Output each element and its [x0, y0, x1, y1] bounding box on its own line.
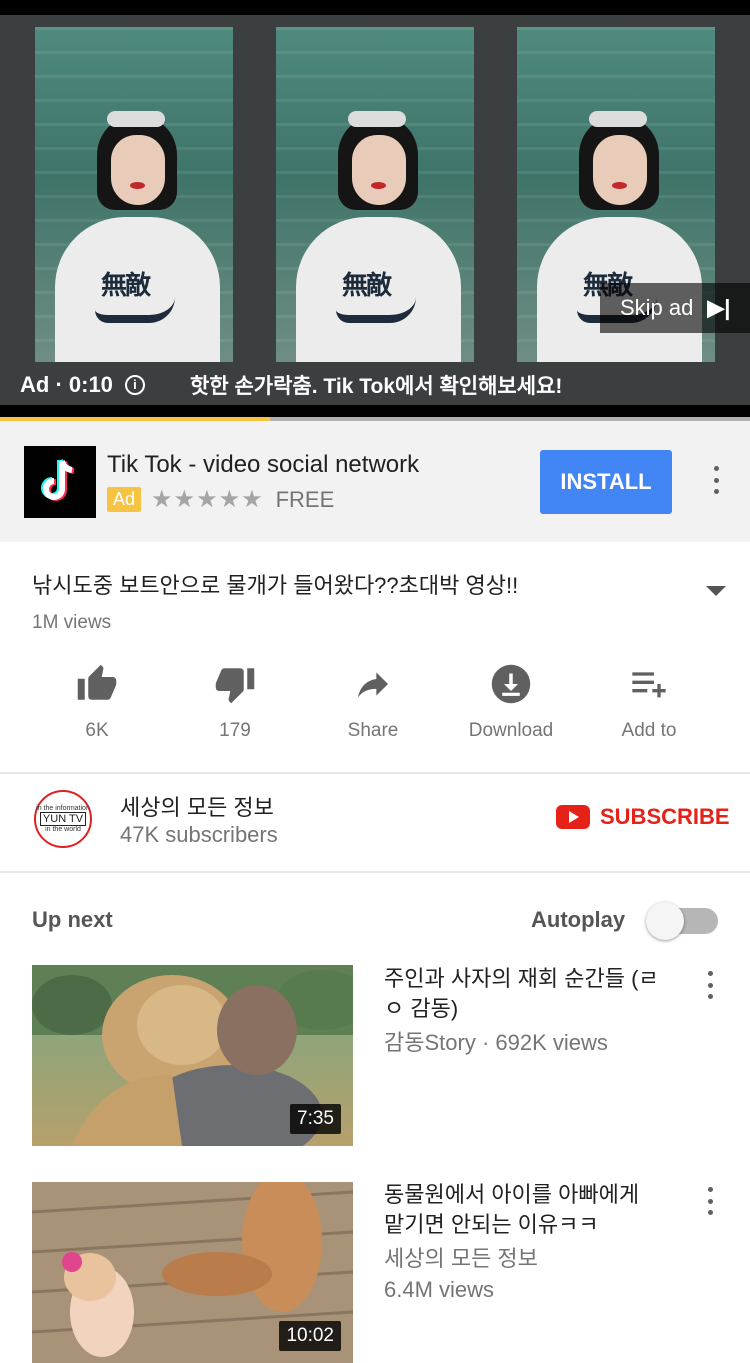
share-icon	[349, 660, 397, 708]
install-button[interactable]: INSTALL	[540, 450, 672, 514]
video-thumbnail[interactable]: 10:02	[32, 1182, 353, 1363]
divider	[0, 772, 750, 774]
playlist-add-icon	[625, 660, 673, 708]
video-title: 낚시도중 보트안으로 물개가 들어왔다??초대박 영상!!	[32, 573, 519, 598]
skip-ad-label: Skip ad	[620, 295, 694, 320]
video-thumbnail[interactable]: 7:35	[32, 965, 353, 1146]
dislike-button[interactable]: 179	[166, 660, 304, 750]
subscriber-count: 47K subscribers	[120, 822, 278, 847]
tiktok-app-icon[interactable]	[24, 446, 96, 518]
ad-more-options-icon[interactable]	[713, 466, 719, 494]
skip-ad-button[interactable]: Skip ad ▶|	[600, 283, 750, 333]
share-label: Share	[347, 720, 399, 741]
rec-video-title[interactable]: 동물원에서 아이를 아빠에게 맡기면 안되는 이유ㅋㅋ	[384, 1180, 664, 1240]
ad-badge: Ad	[107, 487, 142, 512]
channel-avatar[interactable]: in the information YUN TV in the world	[34, 790, 92, 848]
download-icon	[487, 660, 535, 708]
add-to-label: Add to	[621, 720, 677, 741]
up-next-heading: Up next	[32, 907, 113, 932]
video-duration: 10:02	[279, 1321, 341, 1351]
channel-name[interactable]: 세상의 모든 정보	[120, 790, 274, 822]
subscribe-button[interactable]: SUBSCRIBE	[556, 804, 730, 830]
rating-stars: ★★★★★	[151, 486, 264, 513]
thumbs-down-icon	[211, 660, 259, 708]
expand-description-icon[interactable]	[706, 586, 726, 596]
info-icon[interactable]: i	[124, 375, 145, 395]
video-panel-2: 無敵	[276, 27, 474, 362]
download-button[interactable]: Download	[442, 660, 580, 750]
ad-app-name[interactable]: Tik Tok - video social network	[107, 451, 419, 479]
ad-timer: Ad · 0:10 i	[20, 372, 145, 398]
rec-video-channel: 세상의 모든 정보	[384, 1246, 538, 1271]
autoplay-toggle[interactable]	[646, 902, 718, 940]
youtube-logo-icon	[556, 805, 590, 829]
rec-video-views: 6.4M views	[384, 1277, 495, 1302]
ad-caption: 핫한 손가락춤. Tik Tok에서 확인해보세요!	[190, 375, 563, 398]
ad-card[interactable]: Tik Tok - video social network Ad ★★★★★ …	[0, 421, 750, 542]
thumbs-up-icon	[73, 660, 121, 708]
share-button[interactable]: Share	[304, 660, 442, 750]
rec-video-meta: 감동Story · 692K views	[384, 1030, 608, 1055]
video-actions: 6K 179 Share Download Add to	[28, 660, 718, 750]
subscribe-label: SUBSCRIBE	[600, 804, 730, 829]
rec-video-title[interactable]: 주인과 사자의 재회 순간들 (ㄹㅇ 감동)	[384, 964, 664, 1024]
like-button[interactable]: 6K	[28, 660, 166, 750]
ad-meta: Ad ★★★★★ FREE	[107, 485, 334, 514]
video-player[interactable]: 無敵 無敵 無敵 Skip ad ▶| Ad · 0:10 i 핫한 손가락춤.…	[0, 0, 750, 421]
more-options-icon[interactable]	[707, 971, 713, 999]
add-to-button[interactable]: Add to	[580, 660, 718, 750]
like-count: 6K	[85, 720, 109, 741]
video-panel-1: 無敵	[35, 27, 233, 362]
skip-next-icon: ▶|	[707, 295, 731, 320]
video-duration: 7:35	[290, 1104, 341, 1134]
view-count: 1M views	[32, 612, 112, 633]
autoplay-label: Autoplay	[531, 907, 626, 932]
more-options-icon[interactable]	[707, 1187, 713, 1215]
ad-video-frame[interactable]: 無敵 無敵 無敵	[0, 15, 750, 405]
price-label: FREE	[275, 486, 335, 512]
divider	[0, 871, 750, 873]
ad-timer-text: Ad · 0:10	[20, 372, 113, 397]
download-label: Download	[468, 720, 554, 741]
dislike-count: 179	[219, 720, 251, 741]
